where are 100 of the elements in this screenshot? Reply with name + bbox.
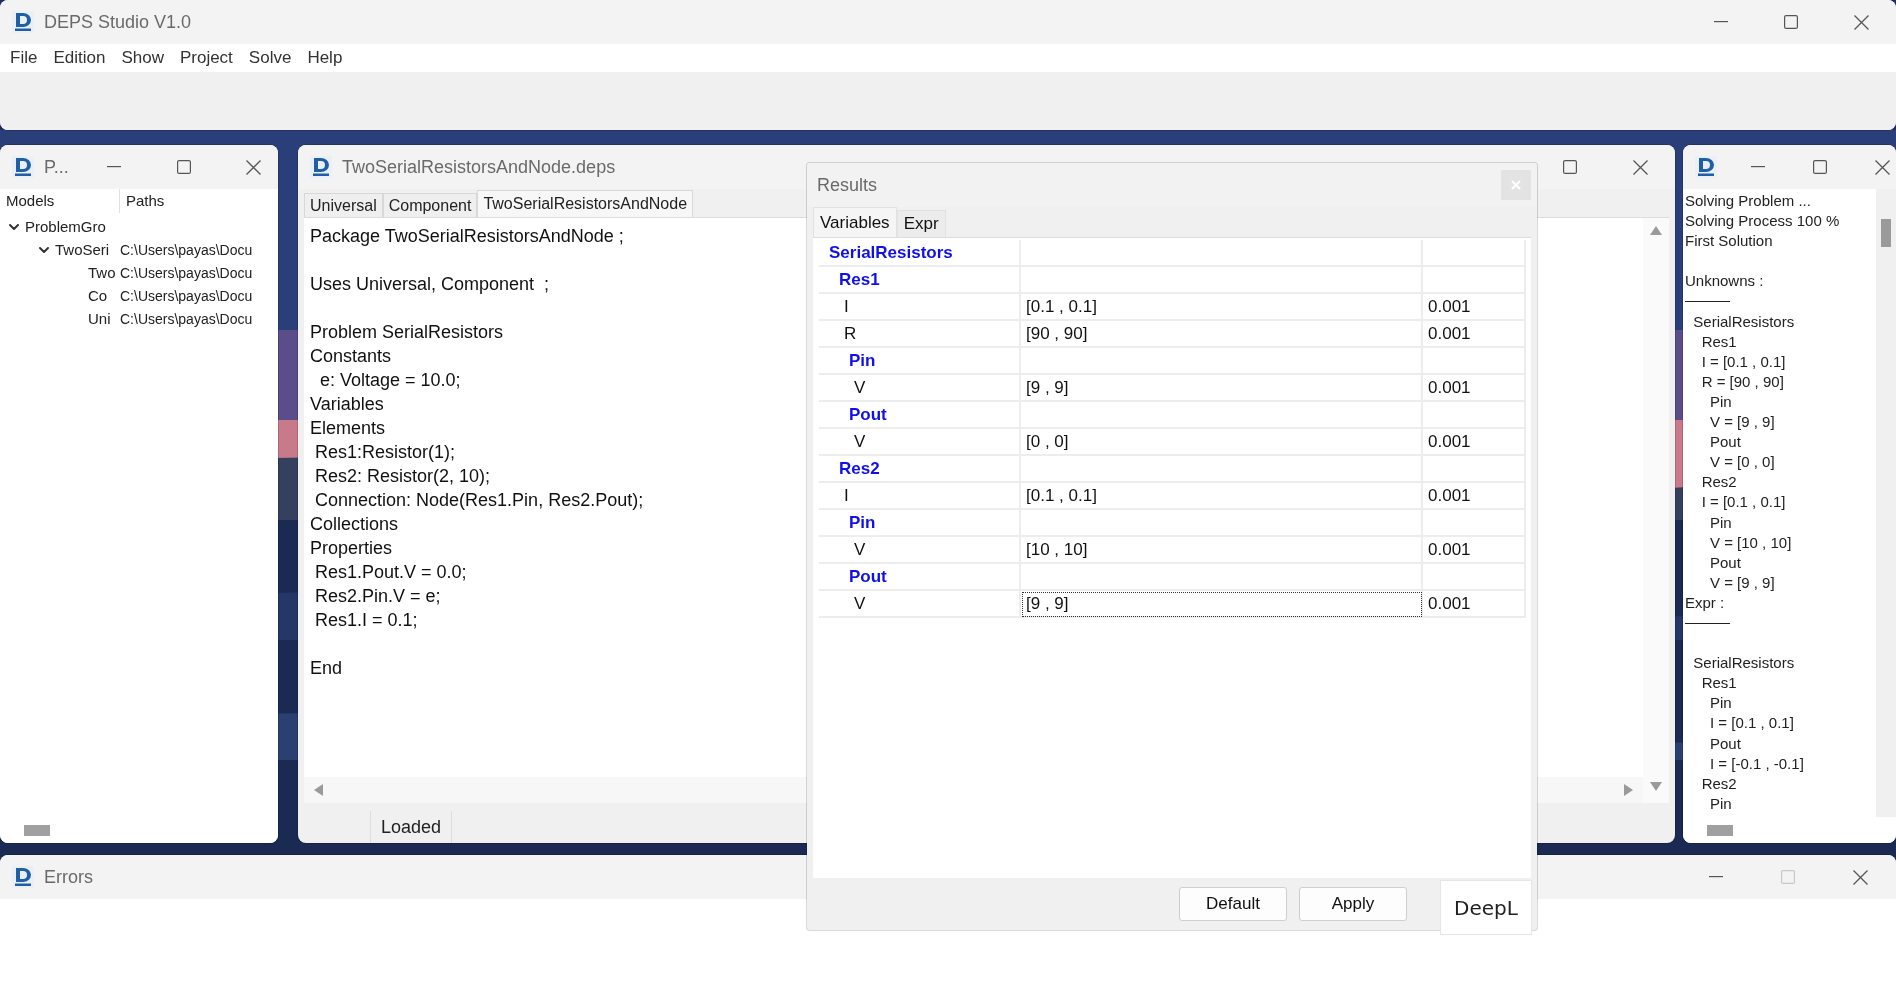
maximize-icon bbox=[1784, 15, 1798, 29]
logo-icon bbox=[1695, 156, 1717, 178]
dialog-button[interactable]: Apply bbox=[1299, 887, 1407, 921]
output-line: V = [10 , 10] bbox=[1709, 532, 1793, 553]
group-name: SerialResistors bbox=[819, 240, 1021, 267]
output-line: Pin bbox=[1709, 693, 1733, 714]
code-line: Package TwoSerialResistorsAndNode ; bbox=[310, 225, 624, 248]
close-icon bbox=[1632, 159, 1648, 175]
output-line: Res1 bbox=[1700, 673, 1738, 694]
variable-name: V bbox=[819, 429, 1021, 456]
minimize-icon bbox=[1751, 166, 1765, 168]
menu-item[interactable]: Edition bbox=[45, 48, 114, 68]
tree-item[interactable]: ProblemGro bbox=[25, 218, 106, 235]
status-text: Loaded bbox=[370, 811, 453, 843]
output-line: First Solution bbox=[1685, 231, 1774, 252]
menu-item[interactable]: File bbox=[2, 48, 46, 68]
scroll-up-icon[interactable] bbox=[1650, 226, 1662, 235]
scrollbar-thumb[interactable] bbox=[1707, 824, 1733, 836]
close-icon bbox=[246, 159, 262, 175]
output-line: Pout bbox=[1709, 733, 1742, 754]
scrollbar-thumb[interactable] bbox=[1881, 219, 1891, 247]
menu-item[interactable]: Help bbox=[299, 48, 351, 68]
tree-item[interactable]: Two bbox=[88, 264, 116, 281]
tree-item[interactable]: Co bbox=[88, 287, 108, 304]
group-name: Pout bbox=[819, 402, 1021, 429]
path-text: C:\Users\payas\Docu bbox=[120, 287, 253, 304]
scroll-right-icon[interactable] bbox=[1624, 784, 1633, 796]
window-title: DEPS Studio V1.0 bbox=[44, 11, 192, 33]
results-tab[interactable]: Expr bbox=[896, 210, 946, 237]
output-line: V = [9 , 9] bbox=[1709, 572, 1776, 593]
code-line: Constants bbox=[310, 345, 392, 368]
menu-item[interactable]: Project bbox=[171, 48, 241, 68]
output-line: I = [0.1 , 0.1] bbox=[1700, 492, 1787, 513]
code-line: Variables bbox=[310, 393, 384, 416]
window-title: P... bbox=[44, 156, 69, 178]
code-line: Problem SerialResistors bbox=[310, 321, 504, 344]
output-line: I = [0.1 , 0.1] bbox=[1709, 713, 1795, 734]
dialog-button[interactable]: Default bbox=[1179, 887, 1287, 921]
logo-icon bbox=[12, 156, 34, 178]
close-icon bbox=[1853, 14, 1869, 30]
output-line: SerialResistors bbox=[1692, 311, 1796, 332]
scroll-down-icon[interactable] bbox=[1650, 782, 1662, 791]
menu-item[interactable]: Show bbox=[113, 48, 172, 68]
close-icon bbox=[1874, 159, 1890, 175]
tree-item[interactable]: Uni bbox=[88, 310, 111, 327]
output-line: Pin bbox=[1709, 391, 1733, 412]
logo-icon bbox=[310, 156, 332, 178]
scrollbar-thumb[interactable] bbox=[24, 824, 50, 836]
output-line: Solving Process 100 % bbox=[1685, 211, 1841, 232]
results-tab[interactable]: Variables bbox=[813, 207, 897, 237]
output-line: Res2 bbox=[1700, 773, 1738, 794]
value-cell[interactable]: [0.1 , 0.1] bbox=[1021, 294, 1423, 321]
logo-icon bbox=[12, 866, 34, 888]
value-cell[interactable]: [0.1 , 0.1] bbox=[1021, 483, 1423, 510]
file-tab[interactable]: Component bbox=[382, 193, 478, 217]
menu-item[interactable]: Solve bbox=[240, 48, 300, 68]
horizontal-scrollbar[interactable] bbox=[1683, 817, 1896, 843]
variable-name: R bbox=[819, 321, 1021, 348]
code-line: Uses Universal, Component ; bbox=[310, 273, 550, 296]
output-line: SerialResistors bbox=[1692, 653, 1796, 674]
scroll-left-icon[interactable] bbox=[314, 784, 323, 796]
path-text: C:\Users\payas\Docu bbox=[120, 264, 253, 281]
output-line: Res1 bbox=[1700, 331, 1738, 352]
tolerance-cell: 0.001 bbox=[1423, 591, 1526, 618]
value-cell[interactable]: [9 , 9] bbox=[1021, 375, 1423, 402]
file-tab[interactable]: TwoSerialResistorsAndNode bbox=[477, 190, 694, 217]
close-button[interactable] bbox=[1501, 170, 1531, 200]
output-line: Expr : bbox=[1685, 592, 1726, 613]
output-line: Solving Problem ... bbox=[1685, 191, 1812, 211]
window-title: Errors bbox=[44, 866, 93, 888]
code-line: Elements bbox=[310, 417, 386, 440]
horizontal-scrollbar[interactable] bbox=[0, 817, 278, 843]
vertical-scrollbar[interactable] bbox=[1643, 218, 1669, 803]
variable-name: V bbox=[819, 537, 1021, 564]
output-line: V = [9 , 9] bbox=[1709, 412, 1776, 433]
output-line: Pin bbox=[1709, 793, 1733, 814]
file-tab[interactable]: Universal bbox=[304, 193, 383, 217]
tolerance-cell: 0.001 bbox=[1423, 375, 1526, 402]
close-icon bbox=[1852, 869, 1868, 885]
output-line: R = [90 , 90] bbox=[1700, 371, 1785, 392]
close-icon bbox=[1511, 180, 1521, 190]
maximize-icon bbox=[1563, 160, 1577, 174]
output-line: Pin bbox=[1709, 512, 1733, 533]
tolerance-cell: 0.001 bbox=[1423, 537, 1526, 564]
value-cell[interactable]: [9 , 9] bbox=[1021, 591, 1423, 618]
code-line: e: Voltage = 10.0; bbox=[319, 369, 461, 392]
group-name: Res2 bbox=[819, 456, 1021, 483]
tolerance-cell: 0.001 bbox=[1423, 429, 1526, 456]
maximize-icon bbox=[1781, 870, 1795, 884]
translate-popup[interactable]: DeepL bbox=[1440, 880, 1532, 935]
value-cell[interactable]: [10 , 10] bbox=[1021, 537, 1423, 564]
code-line: Res1.Pout.V = 0.0; bbox=[314, 561, 467, 584]
value-cell[interactable]: [0 , 0] bbox=[1021, 429, 1423, 456]
value-cell[interactable]: [90 , 90] bbox=[1021, 321, 1423, 348]
code-line: Collections bbox=[310, 513, 399, 536]
variable-name: V bbox=[819, 375, 1021, 402]
variable-name: V bbox=[819, 591, 1021, 618]
logo-icon bbox=[12, 11, 34, 33]
column-header[interactable]: Paths bbox=[120, 189, 165, 213]
tree-item[interactable]: TwoSeri bbox=[55, 241, 110, 258]
